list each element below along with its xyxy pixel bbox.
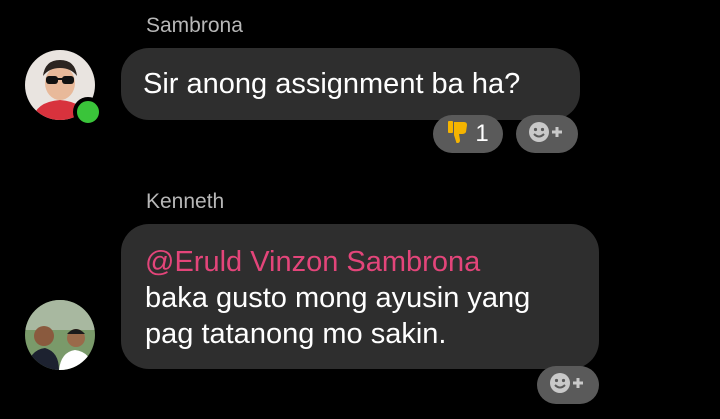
add-reaction-button[interactable] [537, 366, 599, 404]
add-reaction-icon [548, 370, 588, 401]
sender-name: Sambrona [146, 14, 243, 37]
mention-link[interactable]: @Eruld Vinzon Sambrona [145, 244, 480, 280]
message-bubble[interactable]: Sir anong assignment ba ha? [121, 48, 580, 120]
thumbs-down-icon [447, 120, 469, 149]
avatar[interactable] [25, 300, 95, 370]
sender-name: Kenneth [146, 190, 225, 213]
message-text-line: pag tatanong mo sakin. [145, 318, 447, 350]
add-reaction-button[interactable] [516, 115, 578, 153]
reaction-badge[interactable]: 1 [433, 115, 503, 153]
message-bubble[interactable]: @Eruld Vinzon Sambrona baka gusto mong a… [121, 224, 599, 369]
message-text: Sir anong assignment ba ha? [143, 68, 521, 100]
avatar-image [25, 300, 95, 370]
reaction-count: 1 [475, 120, 489, 147]
message-text-line: baka gusto mong ayusin yang [145, 282, 531, 314]
online-status-dot [73, 97, 103, 127]
add-reaction-icon [527, 119, 567, 150]
